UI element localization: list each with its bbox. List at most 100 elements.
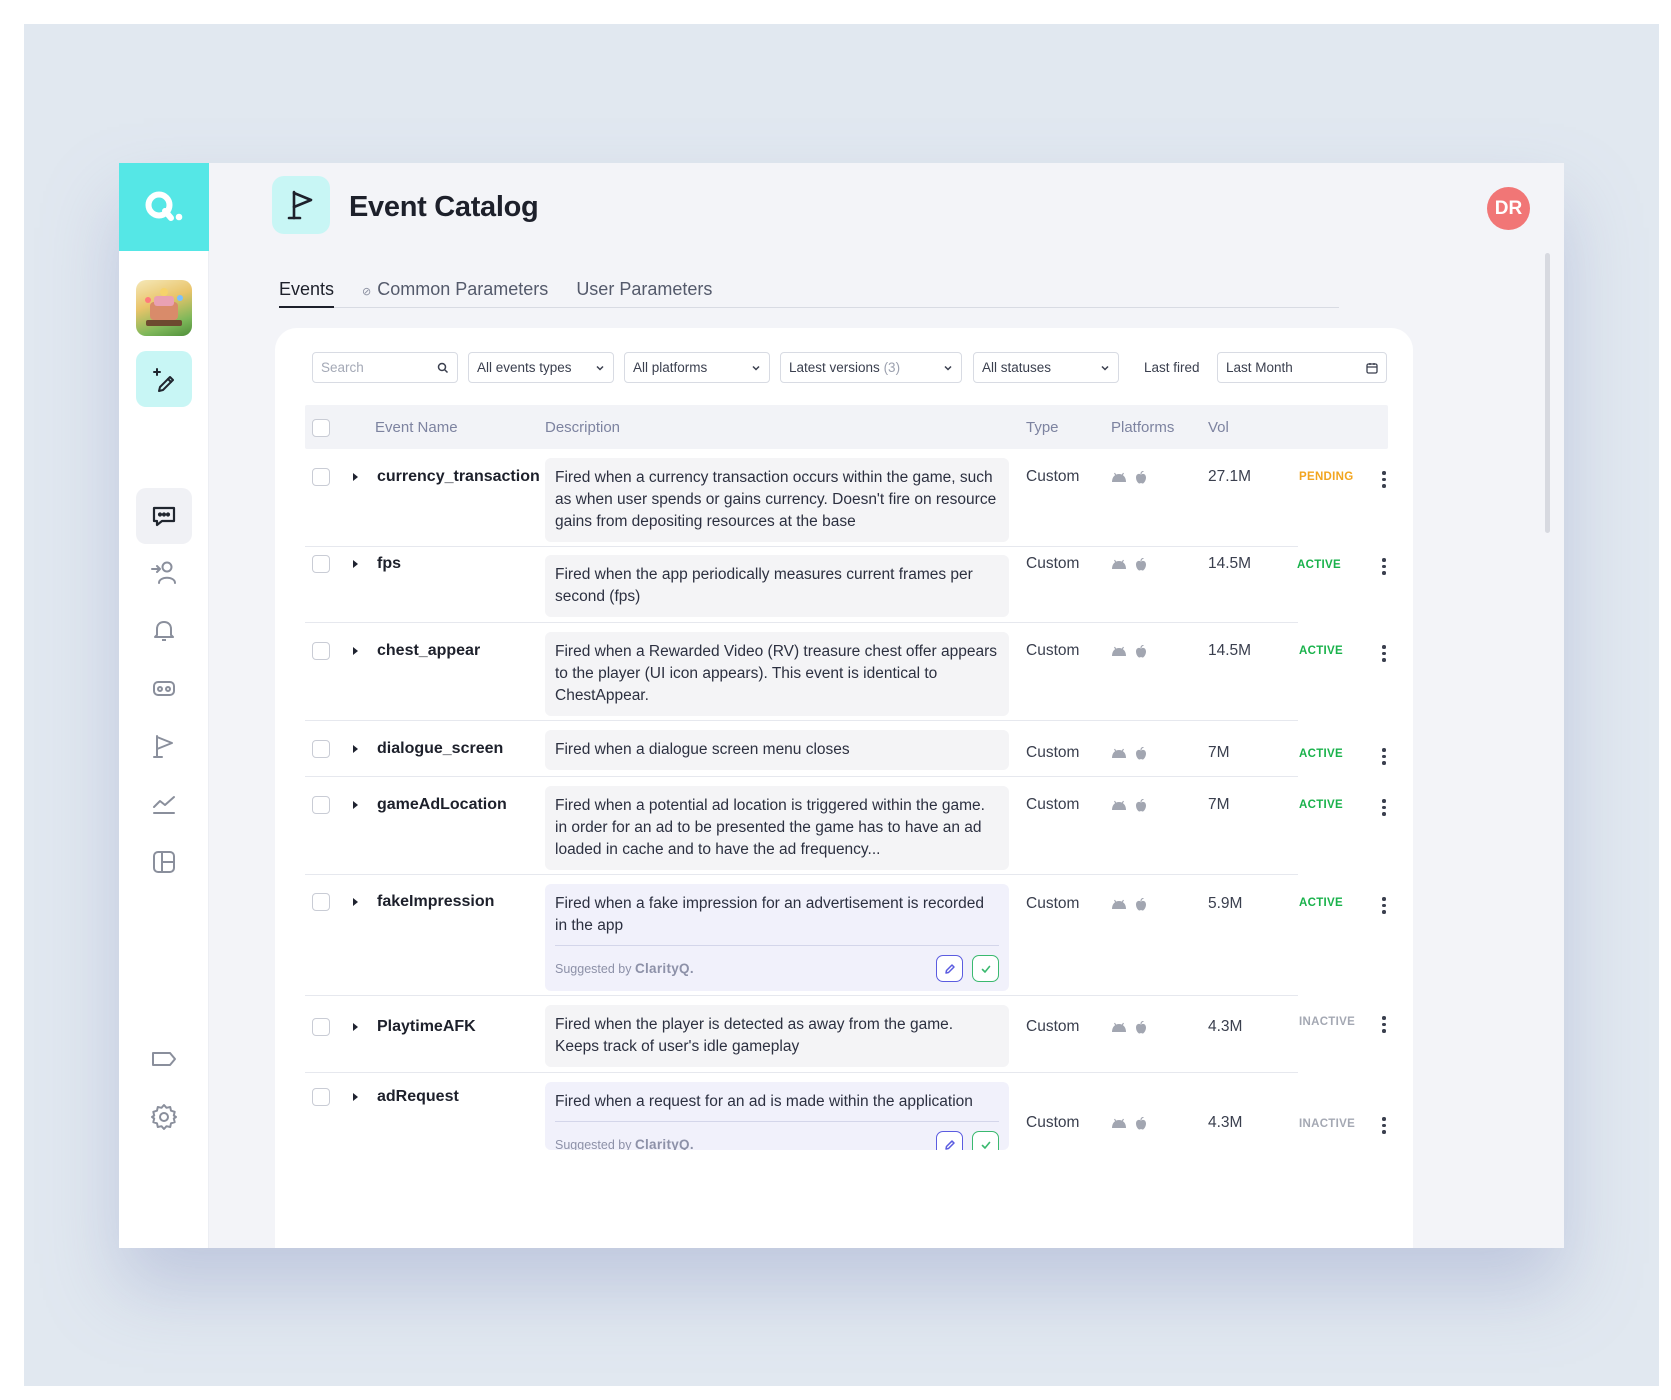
android-icon — [1112, 1118, 1126, 1128]
expand-caret-icon[interactable] — [353, 647, 358, 655]
column-header-volume[interactable]: Vol — [1208, 419, 1229, 436]
event-name[interactable]: currency_transaction — [377, 468, 540, 486]
row-menu-icon[interactable] — [1382, 645, 1386, 662]
table-row[interactable]: dialogue_screen Fired when a dialogue sc… — [305, 721, 1388, 777]
user-arrow-icon — [151, 561, 176, 584]
statuses-dropdown[interactable]: All statuses — [973, 352, 1119, 383]
event-name[interactable]: PlaytimeAFK — [377, 1018, 476, 1036]
event-types-dropdown[interactable]: All events types — [468, 352, 614, 383]
expand-caret-icon[interactable] — [353, 473, 358, 481]
row-checkbox[interactable] — [312, 642, 330, 660]
last-fired-date-picker[interactable]: Last Month — [1217, 352, 1387, 383]
tab-events[interactable]: Events — [279, 275, 335, 308]
sidebar — [119, 163, 209, 1248]
row-menu-icon[interactable] — [1382, 1117, 1386, 1134]
row-menu-icon[interactable] — [1382, 471, 1386, 488]
nav-item-settings[interactable] — [136, 1089, 192, 1145]
row-menu-icon[interactable] — [1382, 748, 1386, 765]
platform-icons — [1111, 799, 1147, 812]
nav-item-events[interactable] — [136, 718, 192, 774]
expand-caret-icon[interactable] — [353, 898, 358, 906]
tab-user-parameters[interactable]: User Parameters — [576, 275, 712, 308]
versions-dropdown[interactable]: Latest versions (3) — [780, 352, 962, 383]
logo-icon[interactable] — [119, 163, 209, 251]
expand-caret-icon[interactable] — [353, 745, 358, 753]
app-thumbnail[interactable] — [136, 280, 192, 336]
row-menu-icon[interactable] — [1382, 799, 1386, 816]
status-badge: INACTIVE — [1299, 1118, 1356, 1130]
row-checkbox[interactable] — [312, 796, 330, 814]
chat-bubble-icon — [152, 506, 176, 527]
event-name[interactable]: chest_appear — [377, 642, 480, 660]
event-name[interactable]: dialogue_screen — [377, 740, 503, 758]
expand-caret-icon[interactable] — [353, 1093, 358, 1101]
event-name[interactable]: adRequest — [377, 1088, 459, 1106]
row-checkbox[interactable] — [312, 468, 330, 486]
edit-suggestion-button[interactable] — [936, 955, 963, 982]
link-icon: ⊘ — [362, 286, 372, 298]
event-volume: 7M — [1208, 796, 1230, 813]
nav-item-analytics[interactable] — [136, 776, 192, 832]
event-description[interactable]: Fired when a Rewarded Video (RV) treasur… — [545, 632, 1009, 716]
row-checkbox[interactable] — [312, 893, 330, 911]
platforms-dropdown[interactable]: All platforms — [624, 352, 770, 383]
row-menu-icon[interactable] — [1382, 1016, 1386, 1033]
row-menu-icon[interactable] — [1382, 558, 1386, 575]
nav-item-games[interactable] — [136, 660, 192, 716]
event-description[interactable]: Fired when a currency transaction occurs… — [545, 458, 1009, 542]
event-description[interactable]: Fired when a dialogue screen menu closes — [545, 730, 1009, 770]
row-checkbox[interactable] — [312, 1088, 330, 1106]
nav-item-notifications[interactable] — [136, 602, 192, 658]
event-name[interactable]: fps — [377, 555, 401, 573]
check-icon — [981, 965, 990, 973]
nav-item-dashboards[interactable] — [136, 834, 192, 890]
event-description[interactable]: Fired when a potential ad location is tr… — [545, 786, 1009, 870]
table-row[interactable]: gameAdLocation Fired when a potential ad… — [305, 777, 1388, 875]
table-row[interactable]: currency_transaction Fired when a curren… — [305, 449, 1388, 547]
event-type: Custom — [1026, 468, 1080, 485]
table-row[interactable]: fakeImpression Fired when a fake impress… — [305, 875, 1388, 996]
accept-suggestion-button[interactable] — [972, 1131, 999, 1150]
event-description[interactable]: Fired when the player is detected as awa… — [545, 1005, 1009, 1067]
event-description[interactable]: Fired when the app periodically measures… — [545, 555, 1009, 617]
column-header-platforms[interactable]: Platforms — [1111, 419, 1174, 436]
event-description-suggestion[interactable]: Fired when a request for an ad is made w… — [545, 1082, 1009, 1150]
check-icon — [981, 1141, 990, 1149]
nav-item-tags[interactable] — [136, 1031, 192, 1087]
event-volume: 4.3M — [1208, 1114, 1243, 1131]
table-row[interactable]: chest_appear Fired when a Rewarded Video… — [305, 623, 1388, 721]
page-icon — [272, 176, 330, 234]
apple-icon — [1136, 747, 1146, 760]
apple-icon — [1136, 1021, 1146, 1034]
accept-suggestion-button[interactable] — [972, 955, 999, 982]
edit-suggestion-button[interactable] — [936, 1131, 963, 1150]
table-row[interactable]: adRequest Fired when a request for an ad… — [305, 1073, 1388, 1153]
search-input[interactable]: Search — [312, 352, 458, 383]
expand-caret-icon[interactable] — [353, 560, 358, 568]
page-scrollbar[interactable] — [1545, 253, 1550, 533]
table-row[interactable]: fps Fired when the app periodically meas… — [305, 547, 1388, 623]
row-checkbox[interactable] — [312, 740, 330, 758]
column-header-type[interactable]: Type — [1026, 419, 1059, 436]
event-description-suggestion[interactable]: Fired when a fake impression for an adve… — [545, 884, 1009, 991]
row-menu-icon[interactable] — [1382, 897, 1386, 914]
expand-caret-icon[interactable] — [353, 801, 358, 809]
apple-icon — [1136, 645, 1146, 658]
table-row[interactable]: PlaytimeAFK Fired when the player is det… — [305, 996, 1388, 1073]
layout-icon — [153, 851, 175, 873]
event-name[interactable]: gameAdLocation — [377, 796, 507, 814]
nav-item-users[interactable] — [136, 544, 192, 600]
event-volume: 14.5M — [1208, 642, 1252, 659]
select-all-checkbox[interactable] — [312, 419, 330, 437]
magic-edit-button[interactable] — [136, 351, 192, 407]
event-name[interactable]: fakeImpression — [377, 893, 494, 911]
avatar[interactable]: DR — [1487, 187, 1530, 230]
row-checkbox[interactable] — [312, 555, 330, 573]
row-checkbox[interactable] — [312, 1018, 330, 1036]
nav-item-chat[interactable] — [136, 488, 192, 544]
expand-caret-icon[interactable] — [353, 1023, 358, 1031]
gamepad-icon — [153, 681, 175, 696]
clarityq-logo: ClarityQ. — [634, 1136, 694, 1151]
column-header-name[interactable]: Event Name — [375, 419, 458, 436]
tab-common-parameters[interactable]: ⊘ Common Parameters — [362, 275, 548, 308]
